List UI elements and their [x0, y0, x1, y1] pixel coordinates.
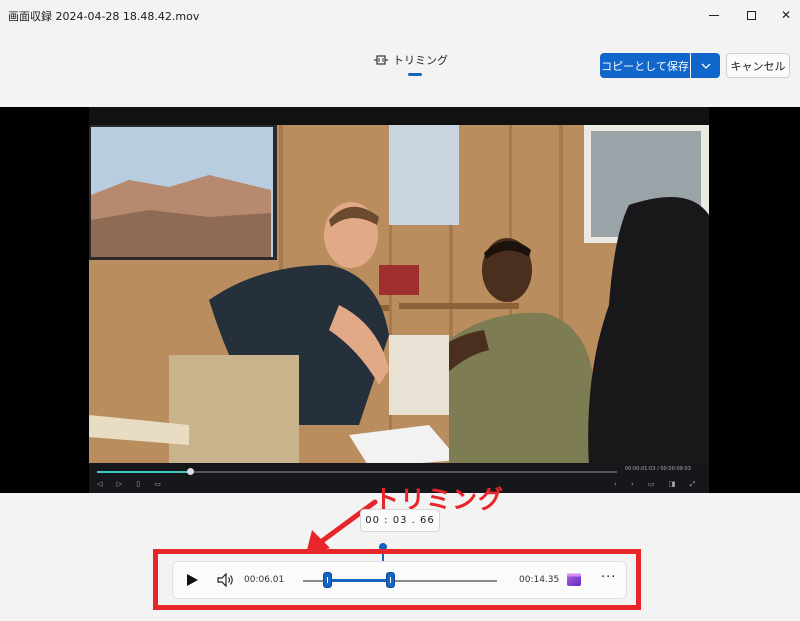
volume-icon[interactable] [217, 572, 235, 588]
video-scene-image [89, 125, 709, 467]
embedded-time-readout: 00:00:01:03 / 00:00:09:03 [625, 466, 691, 472]
video-frame: 00:00:01:03 / 00:00:09:03 ◁ ▷ ▯ ▭ ‹ › ▭ … [89, 107, 709, 493]
close-icon: ✕ [780, 8, 792, 22]
more-options-button[interactable]: ··· [601, 570, 616, 585]
minimize-icon [709, 14, 719, 16]
trim-end-time: 00:14.35 [519, 575, 560, 585]
maximize-icon [746, 10, 756, 20]
save-options-dropdown[interactable] [691, 53, 720, 78]
tab-trim[interactable]: トリミング [374, 52, 448, 68]
title-bar: 画面収録 2024-04-28 18.48.42.mov ✕ [0, 0, 800, 30]
tab-active-indicator [408, 73, 422, 76]
embedded-left-icons: ◁ ▷ ▯ ▭ [97, 480, 167, 488]
current-time-tooltip: 00 : 03 . 66 [360, 509, 440, 532]
trim-start-handle[interactable] [323, 572, 332, 588]
embedded-right-icons: ‹ › ▭ ◨ ⤢ [614, 480, 702, 488]
video-preview: 00:00:01:03 / 00:00:09:03 ◁ ▷ ▯ ▭ ‹ › ▭ … [0, 107, 800, 493]
photos-trim-window: 画面収録 2024-04-28 18.48.42.mov ✕ トリミング コピー… [0, 0, 800, 621]
close-button[interactable]: ✕ [766, 0, 800, 30]
window-title: 画面収録 2024-04-28 18.48.42.mov [8, 10, 200, 23]
trim-start-time: 00:06.01 [244, 575, 285, 585]
trim-control-bar: 00:06.01 00:14.35 ··· [172, 561, 627, 599]
minimize-button[interactable] [694, 0, 734, 30]
play-icon[interactable] [185, 572, 199, 588]
trim-icon [374, 55, 388, 65]
clipchamp-icon[interactable] [566, 572, 582, 588]
embedded-seek-progress [97, 471, 190, 473]
maximize-button[interactable] [731, 0, 771, 30]
chevron-down-icon [701, 63, 710, 69]
cancel-button[interactable]: キャンセル [726, 53, 790, 78]
save-copy-button[interactable]: コピーとして保存 [600, 53, 690, 78]
tab-trim-label: トリミング [393, 54, 448, 67]
embedded-seek-knob [187, 468, 194, 475]
trim-end-handle[interactable] [386, 572, 395, 588]
trim-selected-range [328, 579, 391, 582]
